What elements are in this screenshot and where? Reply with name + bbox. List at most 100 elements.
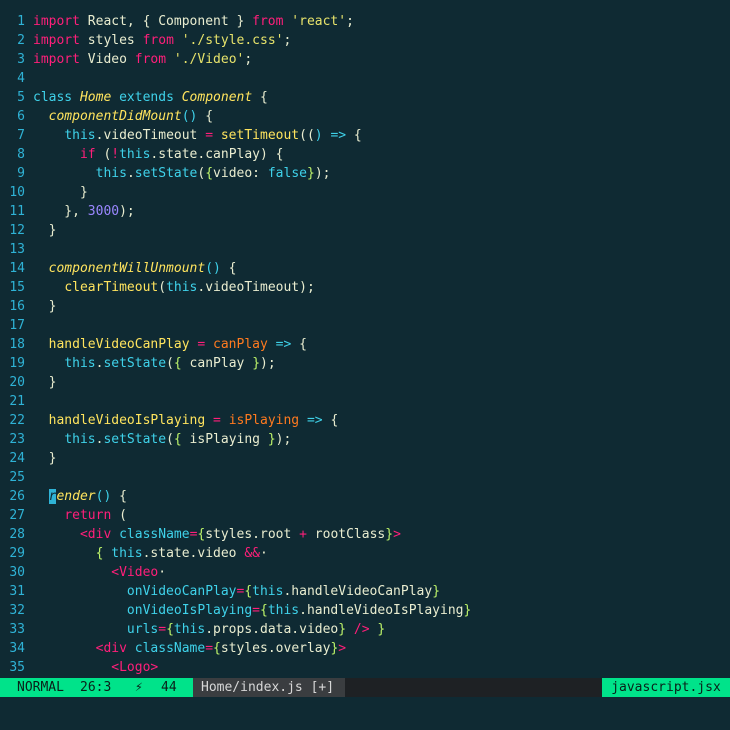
code-text: <div className={styles.root + rootClass}… [79,527,401,542]
line-number: 24 [9,451,25,466]
code-line[interactable]: 13 [0,240,730,259]
line-number: 20 [9,375,25,390]
line-number: 28 [9,527,25,542]
line-number: 35 [9,660,25,675]
code-text: <div className={styles.overlay}> [95,641,347,656]
line-number: 32 [9,603,25,618]
code-line[interactable]: 25 [0,468,730,487]
line-number: 6 [17,109,25,124]
code-text: this.setState({ canPlay }); [64,356,276,371]
line-number: 11 [9,204,25,219]
code-line[interactable]: 4 [0,69,730,88]
code-line[interactable]: 35 <Logo> [0,658,730,675]
code-line[interactable]: 28 <div className={styles.root + rootCla… [0,525,730,544]
line-number: 1 [17,14,25,29]
mode-label: NORMAL [17,680,64,695]
line-number: 13 [9,242,25,257]
code-editor[interactable]: 1 import React, { Component } from 'react… [0,0,730,675]
line-number: 8 [17,147,25,162]
code-text: import React, { Component } from 'react'… [33,14,354,29]
code-line[interactable]: 18 handleVideoCanPlay = canPlay => { [0,335,730,354]
code-text: import styles from './style.css'; [33,33,292,48]
code-text: }, 3000); [33,204,135,219]
code-text: } [33,299,57,314]
line-number: 23 [9,432,25,447]
line-number: 18 [9,337,25,352]
line-number: 10 [9,185,25,200]
code-line[interactable]: 21 [0,392,730,411]
code-line[interactable]: 20 } [0,373,730,392]
line-number: 12 [9,223,25,238]
mode-indicator: NORMAL 26:3 ⚡ 44 [0,678,193,697]
line-number: 26 [9,489,25,504]
code-text: handleVideoCanPlay = canPlay => { [48,337,307,352]
line-number: 4 [17,71,25,86]
code-text: { this.state.video &&· [95,546,268,561]
code-text: return ( [64,508,127,523]
code-line[interactable]: 7 this.videoTimeout = setTimeout(() => { [0,126,730,145]
code-text: } [33,451,57,466]
code-text: urls={this.props.data.video} /> } [126,622,386,637]
line-number: 31 [9,584,25,599]
code-text: handleVideoIsPlaying = isPlaying => { [48,413,339,428]
code-line[interactable]: 8 if (!this.state.canPlay) { [0,145,730,164]
status-line: NORMAL 26:3 ⚡ 44 Home/index.js [+] javas… [0,678,730,697]
code-text: this.setState({ isPlaying }); [64,432,292,447]
code-line[interactable]: 14 componentWillUnmount() { [0,259,730,278]
code-line[interactable]: 34 <div className={styles.overlay}> [0,639,730,658]
line-number: 27 [9,508,25,523]
code-line[interactable]: 11 }, 3000); [0,202,730,221]
code-text: } [33,375,57,390]
line-number: 33 [9,622,25,637]
code-text: onVideoCanPlay={this.handleVideoCanPlay} [126,584,441,599]
code-line[interactable]: 15 clearTimeout(this.videoTimeout); [0,278,730,297]
code-line[interactable]: 12 } [0,221,730,240]
line-number: 21 [9,394,25,409]
code-line[interactable]: 27 return ( [0,506,730,525]
code-line[interactable]: 33 urls={this.props.data.video} /> } [0,620,730,639]
line-number: 5 [17,90,25,105]
line-number: 25 [9,470,25,485]
line-number: 17 [9,318,25,333]
code-line[interactable]: 6 componentDidMount() { [0,107,730,126]
file-name: Home/index.js [+] [193,678,345,697]
code-line[interactable]: 17 [0,316,730,335]
line-number: 2 [17,33,25,48]
code-line[interactable]: 30 <Video· [0,563,730,582]
file-type: javascript.jsx [602,678,730,697]
cursor-position: 26:3 [80,680,112,695]
code-line[interactable]: 16 } [0,297,730,316]
code-text: <Logo> [111,660,159,675]
code-text: <Video· [111,565,167,580]
code-line[interactable]: 9 this.setState({video: false}); [0,164,730,183]
code-line[interactable]: 29 { this.state.video &&· [0,544,730,563]
code-line[interactable]: 5 class Home extends Component { [0,88,730,107]
code-line[interactable]: 31 onVideoCanPlay={this.handleVideoCanPl… [0,582,730,601]
line-number: 22 [9,413,25,428]
code-text: clearTimeout(this.videoTimeout); [64,280,315,295]
code-text: } [33,223,57,238]
code-line[interactable]: 22 handleVideoIsPlaying = isPlaying => { [0,411,730,430]
code-text: } [33,185,88,200]
code-line[interactable]: 23 this.setState({ isPlaying }); [0,430,730,449]
bolt-icon: ⚡ [135,680,143,695]
code-line[interactable]: 1 import React, { Component } from 'react… [0,12,730,31]
code-text: componentDidMount() { [48,109,214,124]
line-number: 3 [17,52,25,67]
line-number: 15 [9,280,25,295]
code-line[interactable]: 26 render() { [0,487,730,506]
line-number: 34 [9,641,25,656]
line-number: 29 [9,546,25,561]
code-text: this.videoTimeout = setTimeout(() => { [64,128,362,143]
code-text: render() { [48,489,127,504]
code-line[interactable]: 2 import styles from './style.css'; [0,31,730,50]
line-number: 7 [17,128,25,143]
code-line[interactable]: 24 } [0,449,730,468]
code-line[interactable]: 3 import Video from './Video'; [0,50,730,69]
code-line[interactable]: 10 } [0,183,730,202]
code-text: if (!this.state.canPlay) { [79,147,284,162]
line-number: 30 [9,565,25,580]
code-line[interactable]: 19 this.setState({ canPlay }); [0,354,730,373]
code-text: import Video from './Video'; [33,52,253,67]
code-line[interactable]: 32 onVideoIsPlaying={this.handleVideoIsP… [0,601,730,620]
